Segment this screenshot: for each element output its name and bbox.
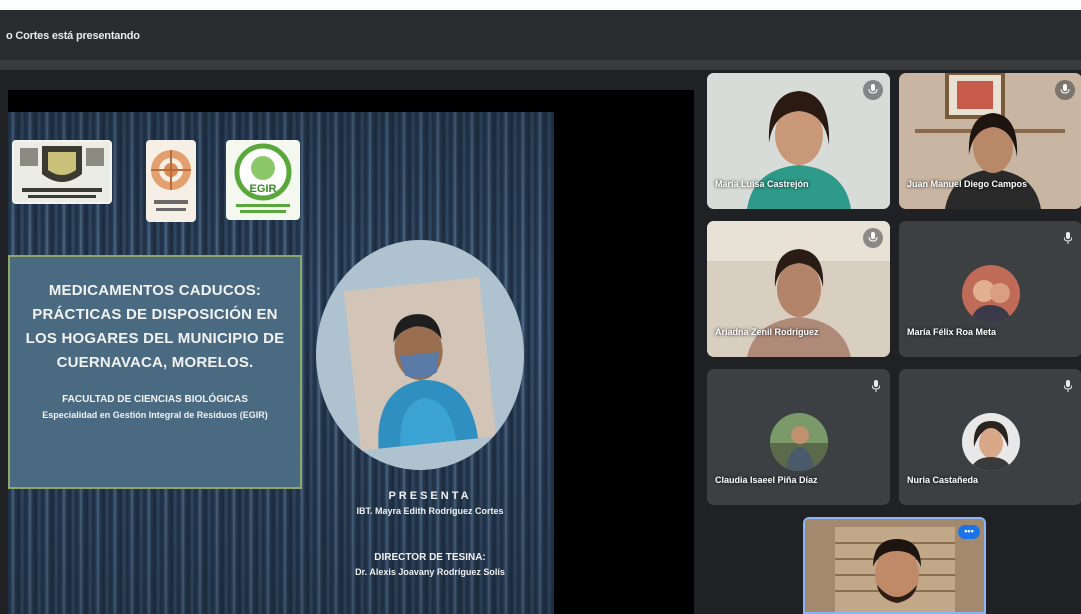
- egir-logo: EGIR: [226, 140, 300, 220]
- mic-icon: [1055, 80, 1075, 100]
- participant-tile[interactable]: María Luisa Castrejón: [707, 73, 890, 209]
- participant-tile[interactable]: Claudia Isaeel Piña Díaz: [707, 369, 890, 505]
- mic-icon: [863, 80, 883, 100]
- svg-text:EGIR: EGIR: [250, 183, 277, 195]
- meeting-window: o Cortes está presentando EGIR MEDICAMEN…: [0, 10, 1081, 614]
- participant-tile[interactable]: Nuria Castañeda: [899, 369, 1081, 505]
- presenting-banner: o Cortes está presentando: [0, 10, 1081, 60]
- presents-label: PRESENTA: [388, 490, 472, 502]
- participant-tile[interactable]: Ariadna Zenil Rodríguez: [707, 221, 890, 357]
- participant-name: Nuria Castañeda: [907, 475, 979, 485]
- slide-title: MEDICAMENTOS CADUCOS: PRÁCTICAS DE DISPO…: [25, 282, 285, 371]
- uaem-logo: [12, 140, 112, 204]
- participant-tile[interactable]: Juan Manuel Diego Campos: [899, 73, 1081, 209]
- mic-off-icon: [1063, 231, 1073, 249]
- avatar: [962, 265, 1020, 323]
- avatar: [962, 413, 1020, 471]
- avatar: [770, 413, 828, 471]
- fcb-logo: [146, 140, 196, 222]
- presenter-photo: [344, 277, 496, 451]
- participant-tile[interactable]: María Félix Roa Meta: [899, 221, 1081, 357]
- toolbar-strip: [0, 60, 1081, 70]
- mic-icon: [863, 228, 883, 248]
- participant-name: Ariadna Zenil Rodríguez: [715, 327, 819, 337]
- slide-faculty: FACULTAD DE CIENCIAS BIOLÓGICAS: [62, 394, 248, 405]
- more-options-button[interactable]: •••: [958, 525, 980, 539]
- participant-name: Juan Manuel Diego Campos: [907, 179, 1028, 189]
- self-view-tile[interactable]: •••: [803, 517, 986, 614]
- participant-name: Claudia Isaeel Piña Díaz: [715, 475, 818, 485]
- slide: EGIR MEDICAMENTOS CADUCOS: PRÁCTICAS DE …: [8, 112, 554, 614]
- mic-off-icon: [871, 379, 881, 397]
- presenter-name: IBT. Mayra Edith Rodríguez Cortes: [356, 506, 504, 516]
- participant-name: María Félix Roa Meta: [907, 327, 997, 337]
- mic-off-icon: [1063, 379, 1073, 397]
- presenter-photo-circle: [316, 240, 524, 470]
- participant-name: María Luisa Castrejón: [715, 179, 809, 189]
- director-name: Dr. Alexis Joavany Rodríguez Solís: [355, 567, 505, 577]
- slide-title-box: MEDICAMENTOS CADUCOS: PRÁCTICAS DE DISPO…: [8, 255, 302, 489]
- director-label: DIRECTOR DE TESINA:: [374, 552, 486, 563]
- slide-specialty: Especialidad en Gestión Integral de Resi…: [42, 410, 268, 420]
- presentation-stage[interactable]: EGIR MEDICAMENTOS CADUCOS: PRÁCTICAS DE …: [8, 90, 694, 614]
